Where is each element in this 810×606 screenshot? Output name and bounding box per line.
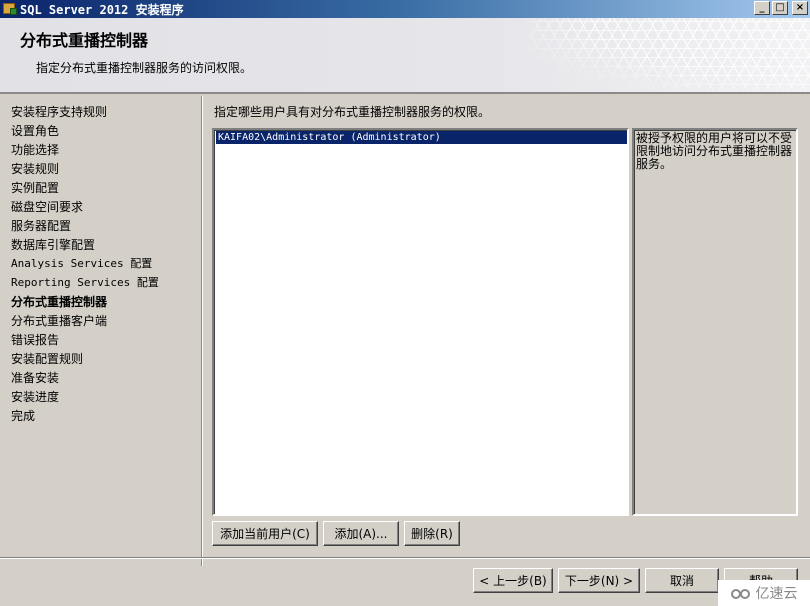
nav-step-ready-to-install: 准备安装: [11, 371, 60, 385]
maximize-button[interactable]: □: [772, 1, 788, 15]
watermark: 亿速云: [718, 580, 810, 606]
nav-step-config-rules: 安装配置规则: [11, 352, 84, 366]
nav-step-error-reporting: 错误报告: [11, 333, 60, 347]
nav-step-disk-space: 磁盘空间要求: [11, 200, 84, 214]
window-title: SQL Server 2012 安装程序: [20, 2, 184, 17]
nav-step-complete: 完成: [11, 409, 36, 423]
description-box: 被授予权限的用户将可以不受限制地访问分布式重播控制器服务。: [632, 128, 798, 516]
nav-step-reporting-services: Reporting Services 配置: [11, 276, 159, 289]
nav-step-setup-role: 设置角色: [11, 124, 60, 138]
minimize-button[interactable]: _: [754, 1, 770, 15]
page-title: 分布式重播控制器: [20, 31, 149, 50]
footer-divider: [0, 557, 810, 559]
back-button[interactable]: < 上一步(B): [473, 568, 553, 593]
nav-step-distributed-replay-client: 分布式重播客户端: [11, 314, 108, 328]
sql-server-setup-icon: [2, 1, 18, 17]
window-titlebar[interactable]: SQL Server 2012 安装程序 _ □ ×: [0, 0, 810, 18]
nav-step-install-progress: 安装进度: [11, 390, 60, 404]
cloud-logo-icon: [730, 586, 753, 600]
nav-step-instance-configuration: 实例配置: [11, 181, 60, 195]
header-decoration: [530, 18, 810, 92]
page-header: 分布式重播控制器 指定分布式重播控制器服务的访问权限。: [0, 18, 810, 94]
nav-step-distributed-replay-controller: 分布式重播控制器: [11, 295, 108, 309]
cancel-button[interactable]: 取消: [645, 568, 719, 593]
watermark-text: 亿速云: [755, 586, 798, 602]
remove-user-button[interactable]: 删除(R): [404, 521, 460, 546]
add-user-button[interactable]: 添加(A)...: [323, 521, 399, 546]
add-current-user-button[interactable]: 添加当前用户(C): [212, 521, 318, 546]
close-button[interactable]: ×: [792, 1, 808, 15]
next-button[interactable]: 下一步(N) >: [558, 568, 640, 593]
nav-step-database-engine: 数据库引擎配置: [11, 238, 96, 252]
user-list-item[interactable]: KAIFA02\Administrator (Administrator): [216, 131, 627, 144]
nav-step-setup-support-rules: 安装程序支持规则: [11, 105, 108, 119]
page-subtitle: 指定分布式重播控制器服务的访问权限。: [36, 61, 253, 75]
nav-step-installation-rules: 安装规则: [11, 162, 60, 176]
nav-step-feature-selection: 功能选择: [11, 143, 60, 157]
instruction-label: 指定哪些用户具有对分布式重播控制器服务的权限。: [214, 105, 491, 119]
nav-step-server-configuration: 服务器配置: [11, 219, 72, 233]
step-navigation: 安装程序支持规则 设置角色 功能选择 安装规则 实例配置 磁盘空间要求 服务器配…: [0, 96, 203, 566]
user-list[interactable]: KAIFA02\Administrator (Administrator): [212, 128, 629, 516]
nav-step-analysis-services: Analysis Services 配置: [11, 257, 153, 270]
